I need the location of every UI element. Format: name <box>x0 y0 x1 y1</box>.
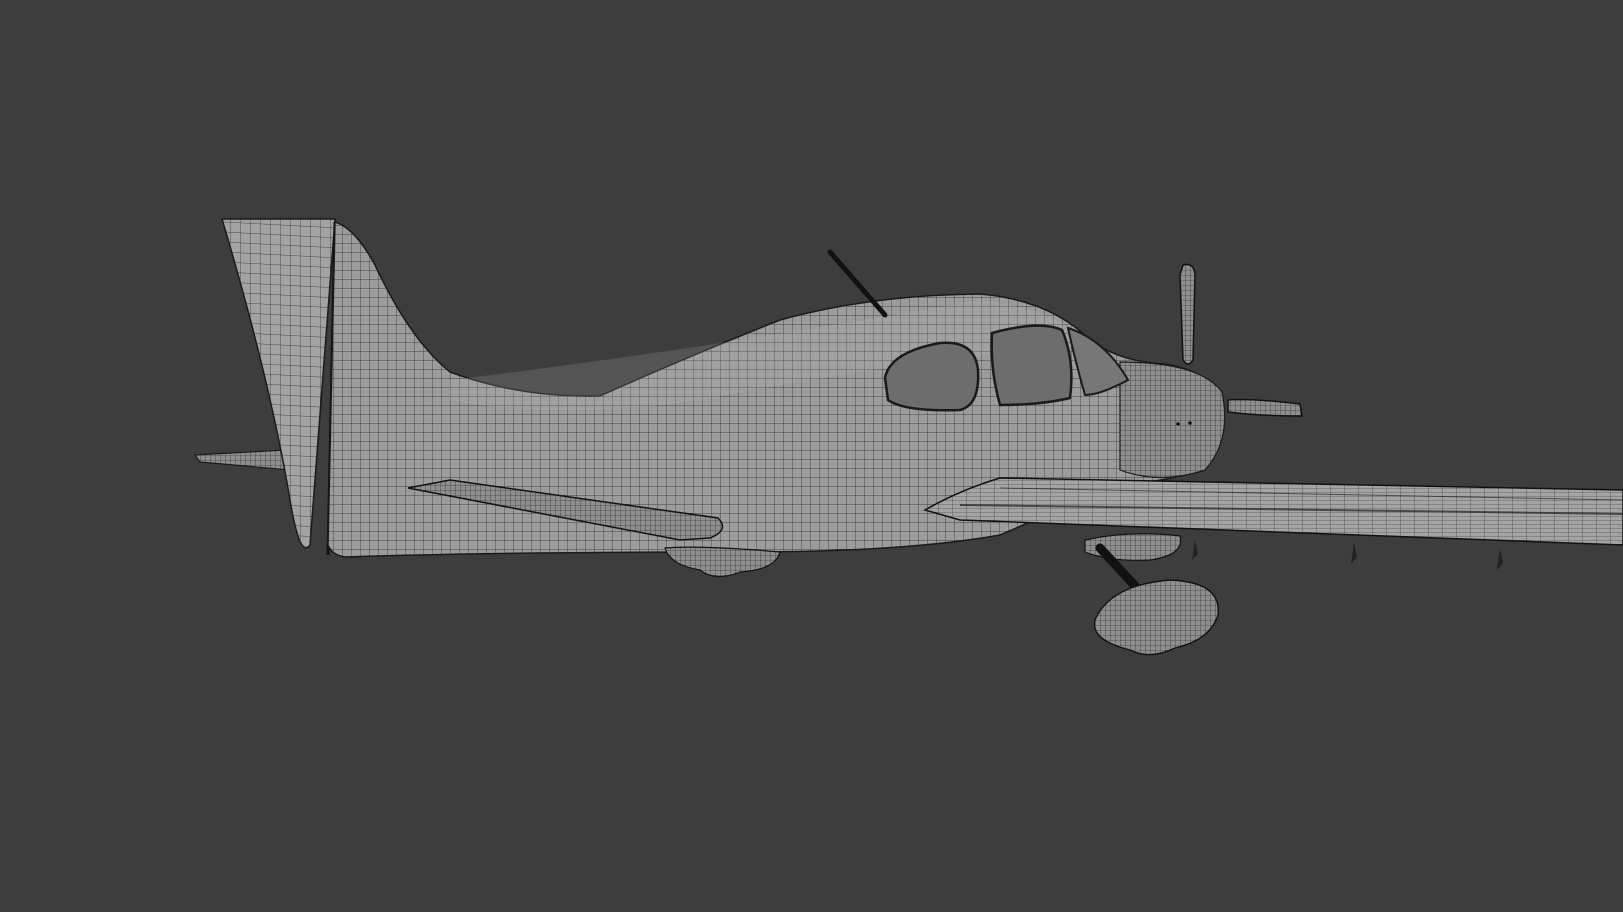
vertical-tail[interactable] <box>220 218 337 556</box>
horizontal-stabilizer-left[interactable] <box>193 449 291 471</box>
wheel-fairing-left[interactable] <box>664 546 781 578</box>
engine-cowling[interactable] <box>1119 361 1226 479</box>
3d-viewport[interactable] <box>0 0 1623 912</box>
wing-hanger <box>1497 548 1503 570</box>
wing-right[interactable] <box>923 477 1623 570</box>
wing-hanger <box>1351 542 1357 564</box>
landing-gear-right[interactable] <box>1084 533 1219 656</box>
wing-hanger <box>1192 540 1198 560</box>
viewport-canvas[interactable] <box>0 0 1623 912</box>
front-window <box>990 324 1073 407</box>
